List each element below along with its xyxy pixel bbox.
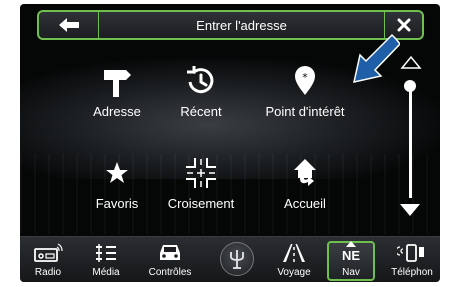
recent-clock-icon	[187, 66, 214, 94]
nav-phone[interactable]: Téléphon	[384, 237, 440, 282]
nav-media[interactable]: Média	[80, 237, 132, 282]
nav-phone-label: Téléphon	[391, 267, 433, 278]
scroll-track[interactable]	[409, 84, 412, 198]
maserati-logo-button	[220, 242, 254, 276]
nav-radio-label: Radio	[34, 267, 62, 278]
nav-radio[interactable]: Radio	[22, 237, 74, 282]
car-controls-icon	[160, 245, 180, 260]
close-icon	[397, 18, 410, 32]
back-button[interactable]	[39, 12, 99, 38]
signpost-icon	[104, 70, 131, 97]
recent-option-label: Récent	[180, 104, 222, 119]
nav-navigation[interactable]: NE Nav	[327, 241, 375, 281]
scroll-thumb[interactable]	[404, 80, 416, 92]
scroll-up-button[interactable]	[400, 54, 422, 70]
road-icon	[283, 244, 305, 262]
bottom-nav-bar: Radio Média Contrôles Voyage NE Nav Télé…	[20, 236, 440, 282]
home-icon	[294, 159, 316, 186]
maserati-trident-icon	[230, 250, 244, 269]
home-option[interactable]: Accueil	[250, 156, 360, 211]
scroll-down-button[interactable]	[398, 202, 422, 218]
back-arrow-icon	[58, 18, 79, 32]
nav-screen: Entrer l'adresse Adresse Récent * Point …	[20, 4, 440, 282]
intersection-icon	[186, 158, 216, 188]
poi-option-label: Point d'intérêt	[265, 104, 345, 119]
intersection-option-label: Croisement	[167, 196, 235, 211]
radio-icon	[34, 243, 63, 262]
compass-heading: NE	[341, 248, 361, 263]
svg-text:*: *	[302, 71, 308, 84]
annotation-arrow	[353, 33, 400, 83]
media-icon	[96, 244, 116, 262]
nav-navigation-label: Nav	[342, 267, 360, 278]
intersection-option[interactable]: Croisement	[146, 156, 256, 211]
nav-controls[interactable]: Contrôles	[144, 237, 196, 282]
nav-voyage-label: Voyage	[277, 267, 311, 278]
home-option-label: Accueil	[284, 196, 326, 211]
star-icon	[106, 162, 128, 183]
nav-controls-label: Contrôles	[148, 267, 192, 278]
nav-home-logo[interactable]	[212, 237, 262, 282]
poi-pin-icon: *	[295, 66, 315, 95]
nav-media-label: Média	[92, 267, 120, 278]
compass-icon: NE	[329, 241, 373, 265]
phone-icon	[397, 244, 424, 262]
nav-voyage[interactable]: Voyage	[268, 237, 320, 282]
recent-option[interactable]: Récent	[146, 64, 256, 119]
